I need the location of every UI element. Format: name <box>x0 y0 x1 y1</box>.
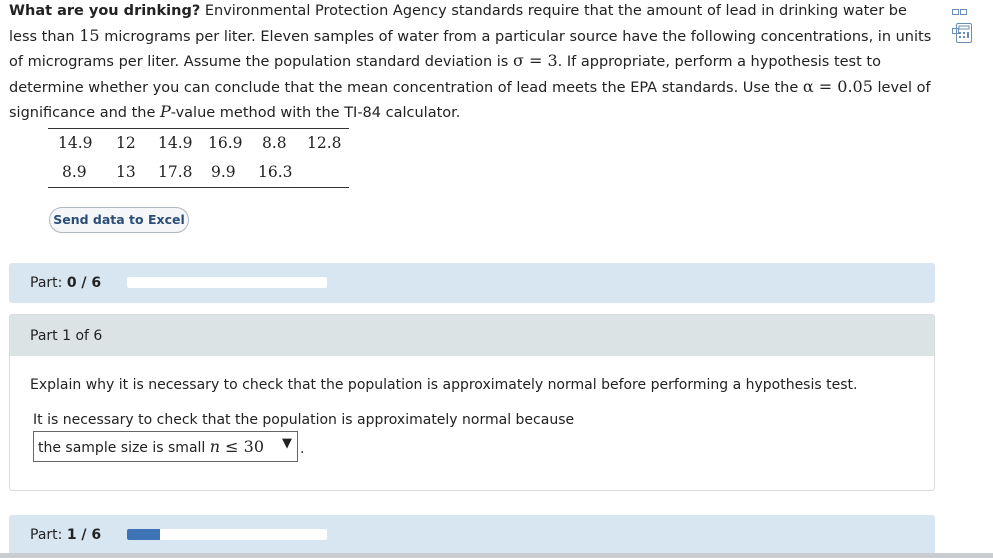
problem-title: What are you drinking? <box>9 3 201 19</box>
data-cell: 16.9 <box>208 134 243 152</box>
data-cell: 13 <box>116 163 136 181</box>
data-table: 14.9 12 14.9 16.9 8.8 12.8 8.9 13 17.8 9… <box>48 128 349 188</box>
part-progress-bar: Part: 0 / 6 <box>9 263 935 303</box>
dropdown-arrow-icon[interactable]: ▼ <box>282 436 292 451</box>
part-1-prompt: It is necessary to check that the popula… <box>33 412 575 428</box>
data-cell: 12.8 <box>307 134 342 152</box>
alpha-expression: α = 0.05 <box>802 76 873 96</box>
data-cell: 8.9 <box>62 163 87 181</box>
data-cell: 12 <box>116 134 136 152</box>
menu-dots-icon[interactable] <box>952 0 974 34</box>
dropdown-selected-value: the sample size is small n ≤ 30 <box>38 437 264 456</box>
send-to-excel-button[interactable]: Send data to Excel <box>49 207 189 233</box>
calculator-icon[interactable] <box>956 23 972 43</box>
progress-fill <box>127 529 161 540</box>
data-cell: 9.9 <box>211 163 236 181</box>
part-progress-label: Part: 0 / 6 <box>30 275 102 291</box>
part-1-question: Explain why it is necessary to check tha… <box>30 377 858 393</box>
data-cell: 16.3 <box>258 163 293 181</box>
data-row: 14.9 12 14.9 16.9 8.8 12.8 <box>48 129 349 158</box>
part-1-panel: Part 1 of 6 Explain why it is necessary … <box>9 314 935 491</box>
data-cell: 17.8 <box>158 163 193 181</box>
data-cell: 8.8 <box>262 134 287 152</box>
part-progress-bar: Part: 1 / 6 <box>9 515 935 555</box>
reason-dropdown[interactable]: the sample size is small n ≤ 30 ▼ <box>33 431 298 462</box>
progress-track <box>127 529 327 540</box>
data-cell: 14.9 <box>158 134 193 152</box>
sigma-expression: σ = 3 <box>512 51 558 70</box>
part-progress-label: Part: 1 / 6 <box>30 527 102 543</box>
data-row: 8.9 13 17.8 9.9 16.3 <box>48 158 349 187</box>
bottom-scroll-edge <box>0 553 993 558</box>
progress-track <box>127 277 327 288</box>
data-cell: 14.9 <box>58 134 93 152</box>
part-1-header: Part 1 of 6 <box>10 315 934 356</box>
problem-statement: What are you drinking? Environmental Pro… <box>9 3 932 121</box>
